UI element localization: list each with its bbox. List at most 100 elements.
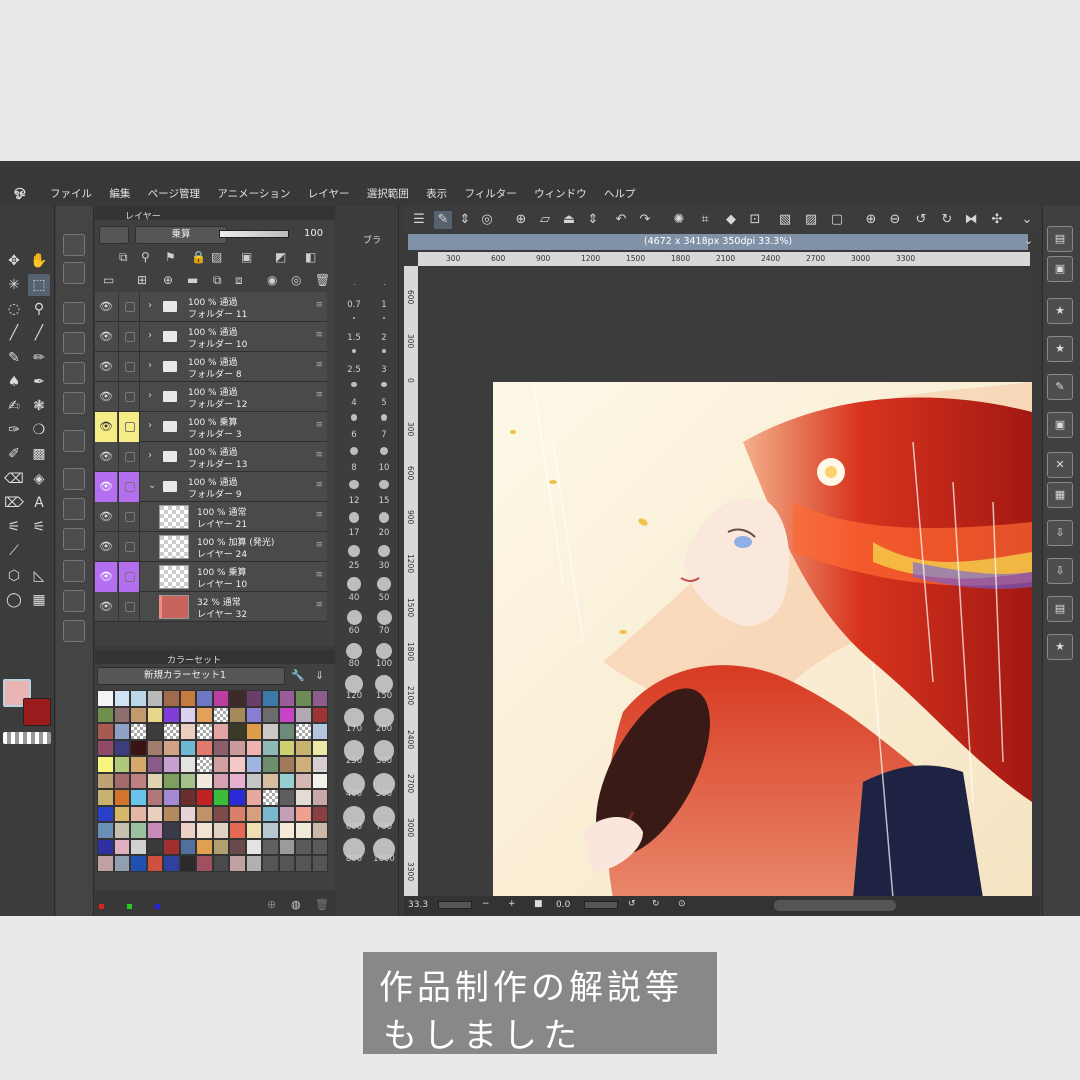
layer-row[interactable]: 👁 › 100 % 通過 フォルダー 8 ≡ [95,352,327,382]
color-swatch[interactable] [229,739,246,756]
color-swatch[interactable] [146,805,163,822]
color-swatch[interactable] [245,789,262,806]
layer-lock-toggle[interactable] [118,532,140,562]
color-swatch[interactable] [229,756,246,773]
layer-lock-toggle[interactable] [118,322,140,352]
zoom-icon[interactable]: ⚲ [28,298,50,320]
brush-size-preset[interactable]: 500 [369,769,399,799]
layer-color-select[interactable] [99,226,129,244]
zoom-in-icon[interactable]: ⊕ [862,211,880,229]
color-swatch[interactable] [295,723,312,740]
color-swatch[interactable] [245,772,262,789]
menu-help[interactable]: ヘルプ [604,188,636,200]
ruler-pen-icon[interactable]: ⟋ [3,540,25,562]
color-swatch[interactable] [163,789,180,806]
color-swatch[interactable] [245,838,262,855]
layer-prop-icon[interactable] [63,430,85,452]
duplicate-icon[interactable]: ⧉ [213,273,222,288]
color-swatch[interactable] [262,789,279,806]
color-swatch[interactable] [212,822,229,839]
blend-mode-select[interactable]: 乗算 [135,226,227,244]
menu-page[interactable]: ページ管理 [148,188,200,200]
brush-size-preset[interactable]: 17 [339,508,369,538]
layer-search-icon[interactable] [63,498,85,520]
menu-view[interactable]: 表示 [426,188,447,200]
brush-size-preset[interactable]: 100 [369,639,399,669]
color-swatch[interactable] [163,723,180,740]
color-swatch[interactable] [295,838,312,855]
blend-icon[interactable]: ❍ [28,419,50,441]
fill-selection-icon[interactable]: ◆ [722,211,740,229]
brush-size-preset[interactable]: 2.5 [339,345,369,375]
eye-icon[interactable]: 👁 [95,352,117,382]
brush-size-preset[interactable]: 12 [339,476,369,506]
color-swatch[interactable] [245,822,262,839]
color-swatch[interactable] [278,723,295,740]
eye-icon[interactable]: 👁 [95,382,117,412]
opacity-value[interactable]: 100 [304,228,323,239]
color-swatch[interactable] [278,805,295,822]
color-swatch[interactable] [311,756,328,773]
color-swatch[interactable] [229,855,246,872]
menu-file[interactable]: ファイル [50,188,92,200]
color-swatch[interactable] [130,838,147,855]
color-swatch[interactable] [113,805,130,822]
color-swatch[interactable] [295,805,312,822]
close-panel-icon[interactable]: ✕ [1047,452,1073,478]
folder-expand-icon[interactable]: › [148,390,152,401]
color-swatch[interactable] [163,838,180,855]
transform-icon[interactable]: ⌗ [696,211,714,229]
rotation-slider[interactable] [584,901,618,909]
new-vector-icon[interactable]: ⊕ [163,273,173,287]
color-swatch[interactable] [212,772,229,789]
color-swatch[interactable] [295,706,312,723]
color-swatch[interactable] [311,706,328,723]
layer-lock-toggle[interactable] [118,292,140,322]
color-swatch[interactable] [262,723,279,740]
color-swatch[interactable] [229,838,246,855]
image-panel-icon[interactable]: ▣ [1047,412,1073,438]
eye-icon[interactable]: 👁 [95,532,117,562]
undo-icon[interactable]: ↶ [612,211,630,229]
eraser2-icon[interactable]: ⌦ [3,492,25,514]
color-swatch[interactable] [113,789,130,806]
brush-size-preset[interactable]: 1.5 [339,313,369,343]
color-swatch[interactable] [97,838,114,855]
transparent-color-swatch[interactable] [3,732,51,744]
paint-icon[interactable]: ✍ [3,395,25,417]
layer-row[interactable]: 👁 › 100 % 通過 フォルダー 13 ≡ [95,442,327,472]
figure-icon[interactable]: ⬡ [3,565,25,587]
layer-menu-icon[interactable]: ≡ [315,300,323,310]
layer-lock-toggle[interactable] [118,382,140,412]
invert-icon[interactable]: ▨ [802,211,820,229]
color-swatch[interactable] [295,772,312,789]
color-swatch[interactable] [196,805,213,822]
history-icon[interactable] [63,392,85,414]
layer-menu-icon[interactable]: ≡ [315,390,323,400]
gradient-icon[interactable]: ▩ [28,443,50,465]
add-color-icon[interactable]: ⊕ [267,898,276,911]
color-swatch[interactable] [295,822,312,839]
color-icon[interactable]: ◧ [305,250,316,264]
color-swatch[interactable] [229,772,246,789]
brush-size-preset[interactable]: 120 [339,671,369,701]
color-swatch[interactable] [262,690,279,707]
zoom-out-icon[interactable]: ⊖ [886,211,904,229]
color-swatch[interactable] [262,805,279,822]
color-swatch[interactable] [229,805,246,822]
color-swatch[interactable] [295,855,312,872]
merge-icon[interactable]: ⧈ [235,273,243,288]
color-swatch[interactable] [229,789,246,806]
brush-size-preset[interactable]: 60 [339,606,369,636]
brush-size-preset[interactable]: 50 [369,573,399,603]
updown-icon[interactable]: ⇕ [456,211,474,229]
eye-icon[interactable]: 👁 [95,502,117,532]
star-panel-3-icon[interactable]: ★ [1047,634,1073,660]
color-swatch[interactable] [196,690,213,707]
layer-row[interactable]: 👁 100 % 乗算 レイヤー 10 ≡ [95,562,327,592]
layer-lock-toggle[interactable] [118,562,140,592]
delete-icon[interactable]: 🗑 [315,273,330,287]
import-icon[interactable]: ⇓ [315,669,324,682]
3d-icon[interactable] [63,262,85,284]
color-swatch[interactable] [146,690,163,707]
